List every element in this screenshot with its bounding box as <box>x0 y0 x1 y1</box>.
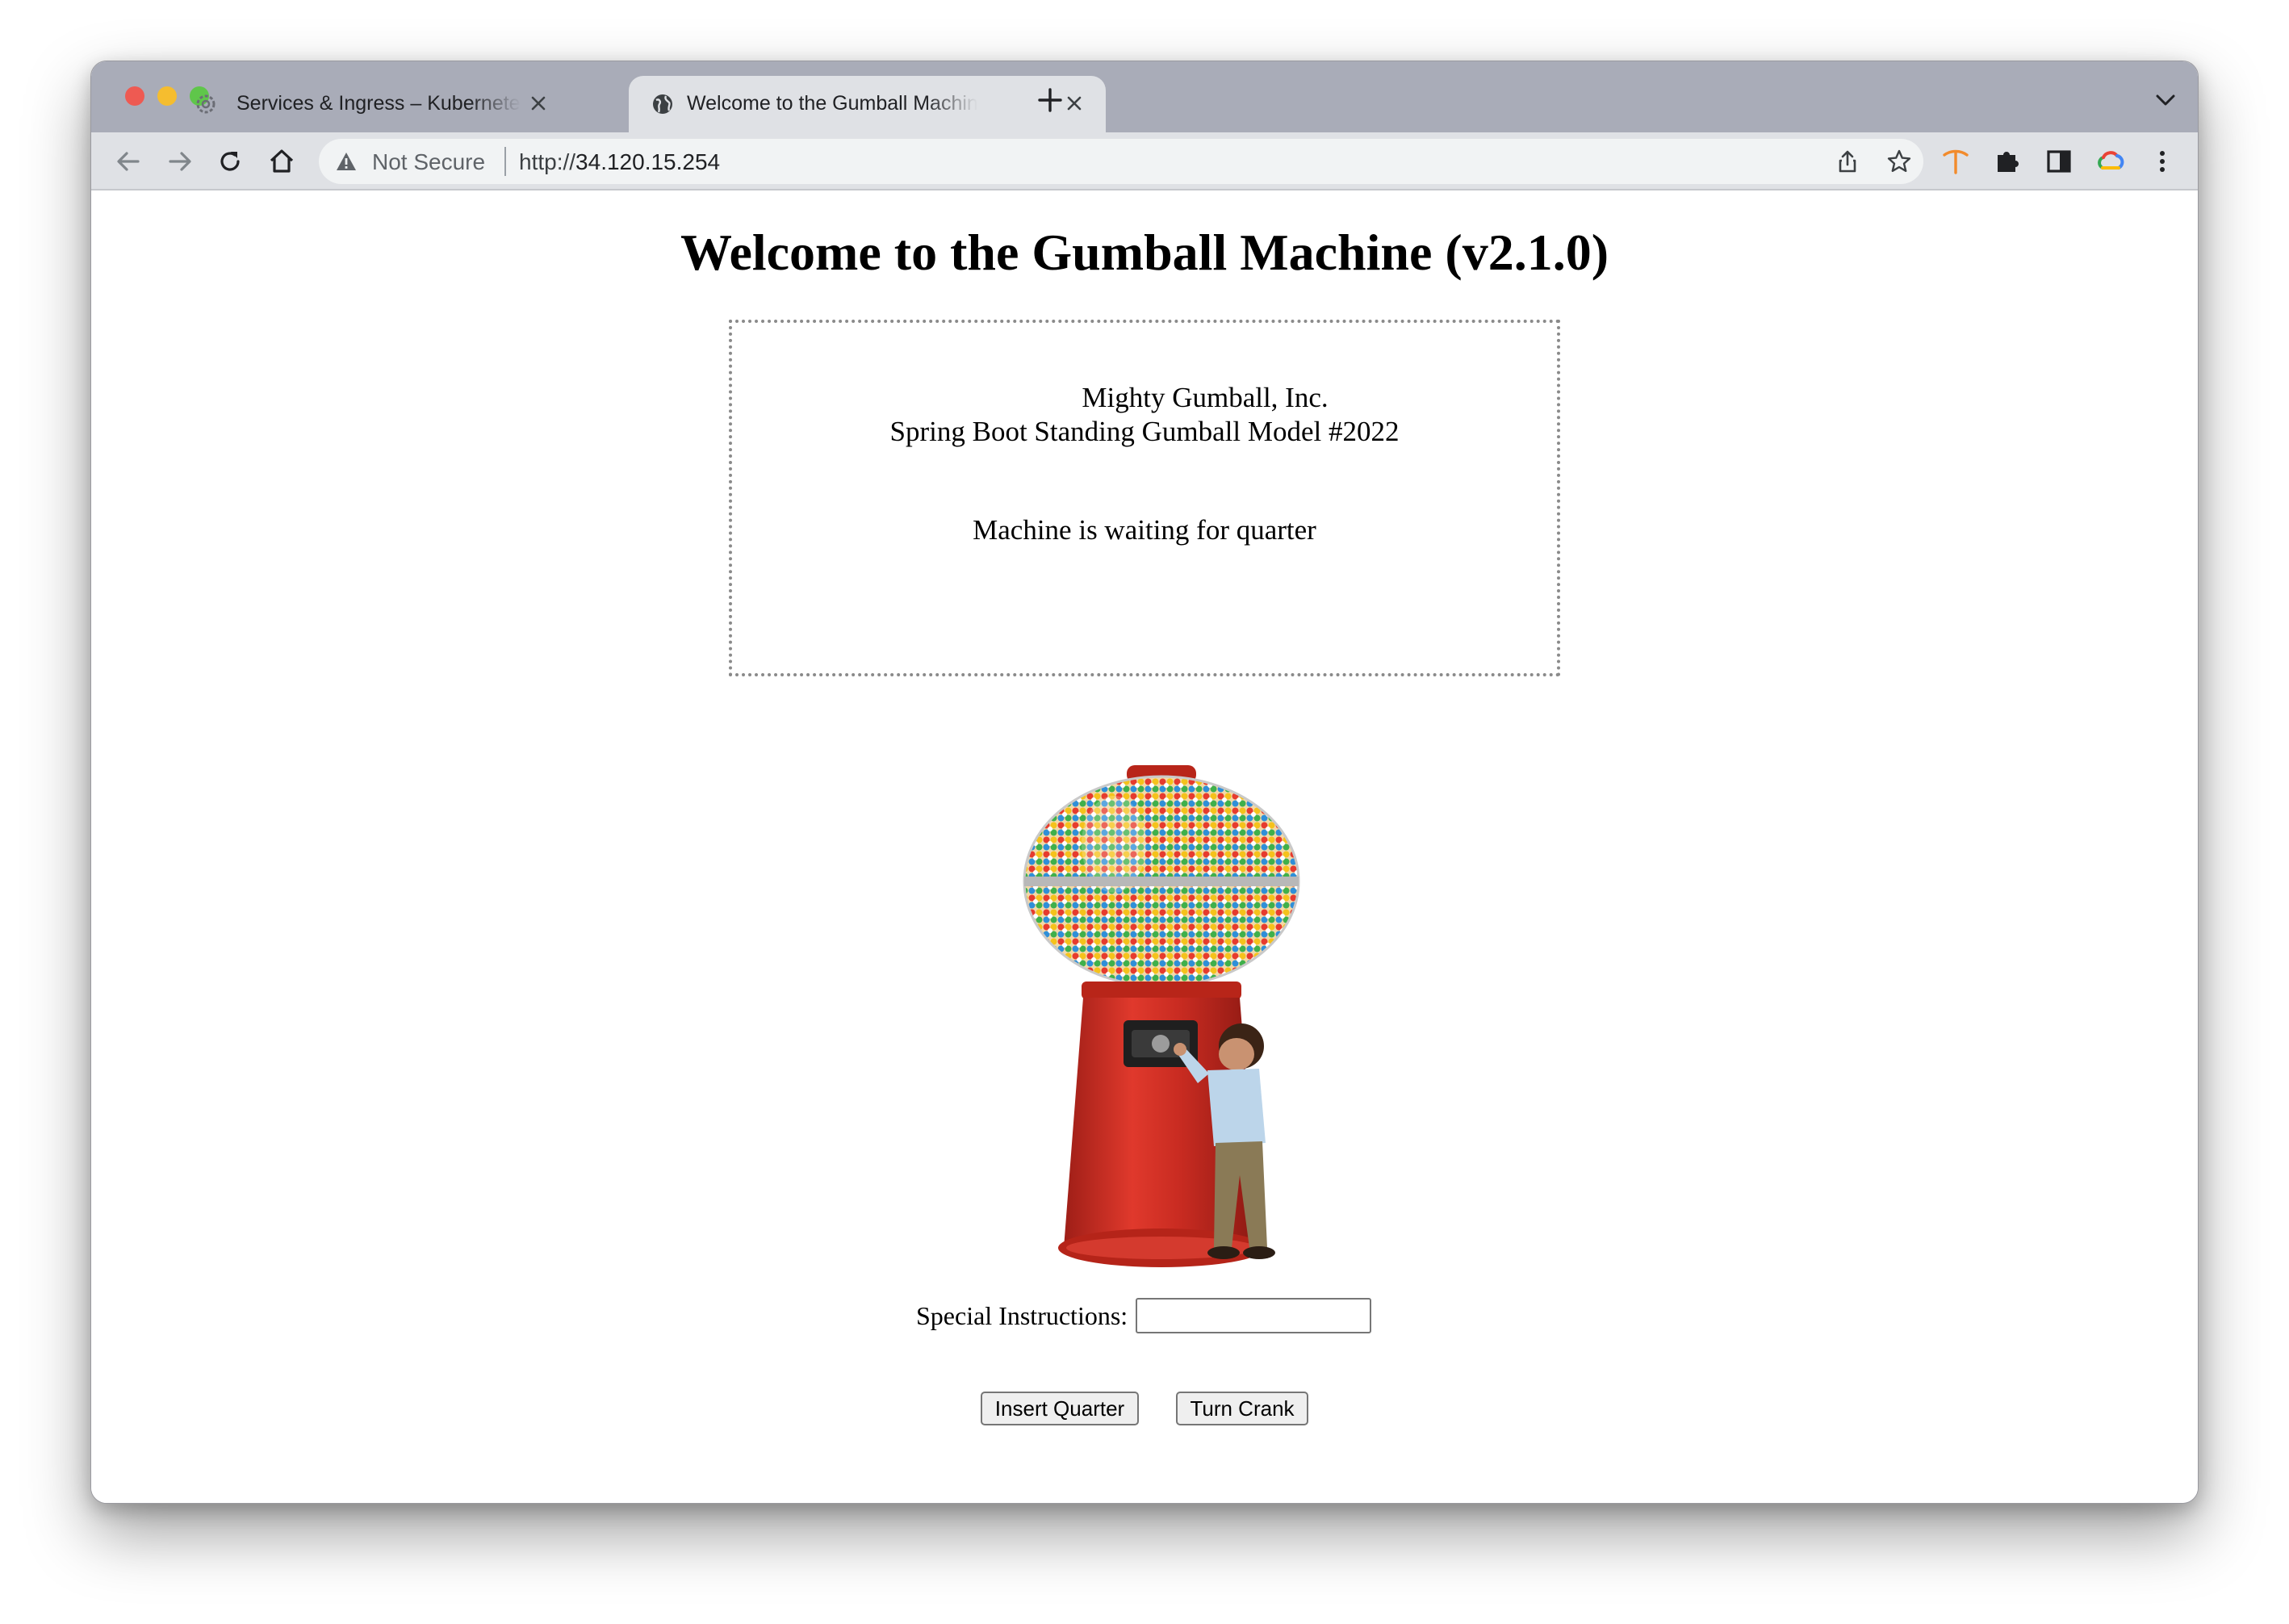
tab-services-ingress[interactable]: Services & Ingress – Kubernetes <box>91 76 629 132</box>
company-name: Mighty Gumball, Inc. <box>1082 382 1329 413</box>
puzzle-extensions-icon[interactable] <box>1991 145 2023 178</box>
reload-icon[interactable] <box>214 145 246 178</box>
tab-title: Services & Ingress – Kubernetes <box>236 92 521 115</box>
machine-state-message: Machine is waiting for quarter <box>973 514 1316 546</box>
tab-title: Welcome to the Gumball Machine <box>687 92 977 115</box>
url-scheme: http:// <box>519 149 576 174</box>
turn-crank-button[interactable]: Turn Crank <box>1176 1392 1308 1425</box>
machine-status-box: Mighty Gumball, Inc. Spring Boot Standin… <box>729 320 1560 676</box>
browser-window: Services & Ingress – Kubernetes Welcome … <box>90 61 2199 1504</box>
address-bar[interactable]: Not Secure http://34.120.15.254 <box>319 139 1923 184</box>
special-instructions-input[interactable] <box>1136 1298 1371 1333</box>
kebab-menu-icon[interactable] <box>2146 145 2178 178</box>
share-icon[interactable] <box>1835 149 1860 174</box>
security-status[interactable]: Not Secure <box>372 149 485 175</box>
back-arrow-icon[interactable] <box>112 145 144 178</box>
special-instructions-label: Special Instructions: <box>916 1301 1128 1330</box>
google-cloud-icon[interactable] <box>2094 145 2127 178</box>
page-title: Welcome to the Gumball Machine (v2.1.0) <box>680 224 1609 281</box>
pickaxe-extension-icon[interactable] <box>1940 145 1972 178</box>
machine-model: Spring Boot Standing Gumball Model #2022 <box>889 416 1400 447</box>
side-panel-icon[interactable] <box>2043 145 2075 178</box>
url-text[interactable]: http://34.120.15.254 <box>519 149 720 175</box>
gumball-machine-image <box>1023 765 1300 1267</box>
forward-arrow-icon[interactable] <box>164 145 196 178</box>
globe-icon <box>653 94 672 114</box>
address-separator <box>504 147 506 176</box>
bookmark-star-icon[interactable] <box>1886 149 1912 174</box>
chevron-down-icon[interactable] <box>2154 92 2177 108</box>
tab-gumball-machine[interactable]: Welcome to the Gumball Machine <box>629 76 1106 132</box>
page-content: Welcome to the Gumball Machine (v2.1.0) … <box>91 190 2198 1503</box>
close-tab-icon[interactable] <box>527 92 550 115</box>
home-icon[interactable] <box>266 145 298 178</box>
warning-icon[interactable] <box>335 150 358 173</box>
new-tab-icon[interactable] <box>1036 86 1065 115</box>
insert-quarter-button[interactable]: Insert Quarter <box>981 1392 1139 1425</box>
browser-toolbar: Not Secure http://34.120.15.254 <box>91 132 2198 190</box>
url-host: 34.120.15.254 <box>575 149 721 174</box>
close-tab-icon[interactable] <box>1063 92 1086 115</box>
kubernetes-gear-icon <box>196 94 216 114</box>
tab-strip: Services & Ingress – Kubernetes Welcome … <box>91 61 2198 132</box>
